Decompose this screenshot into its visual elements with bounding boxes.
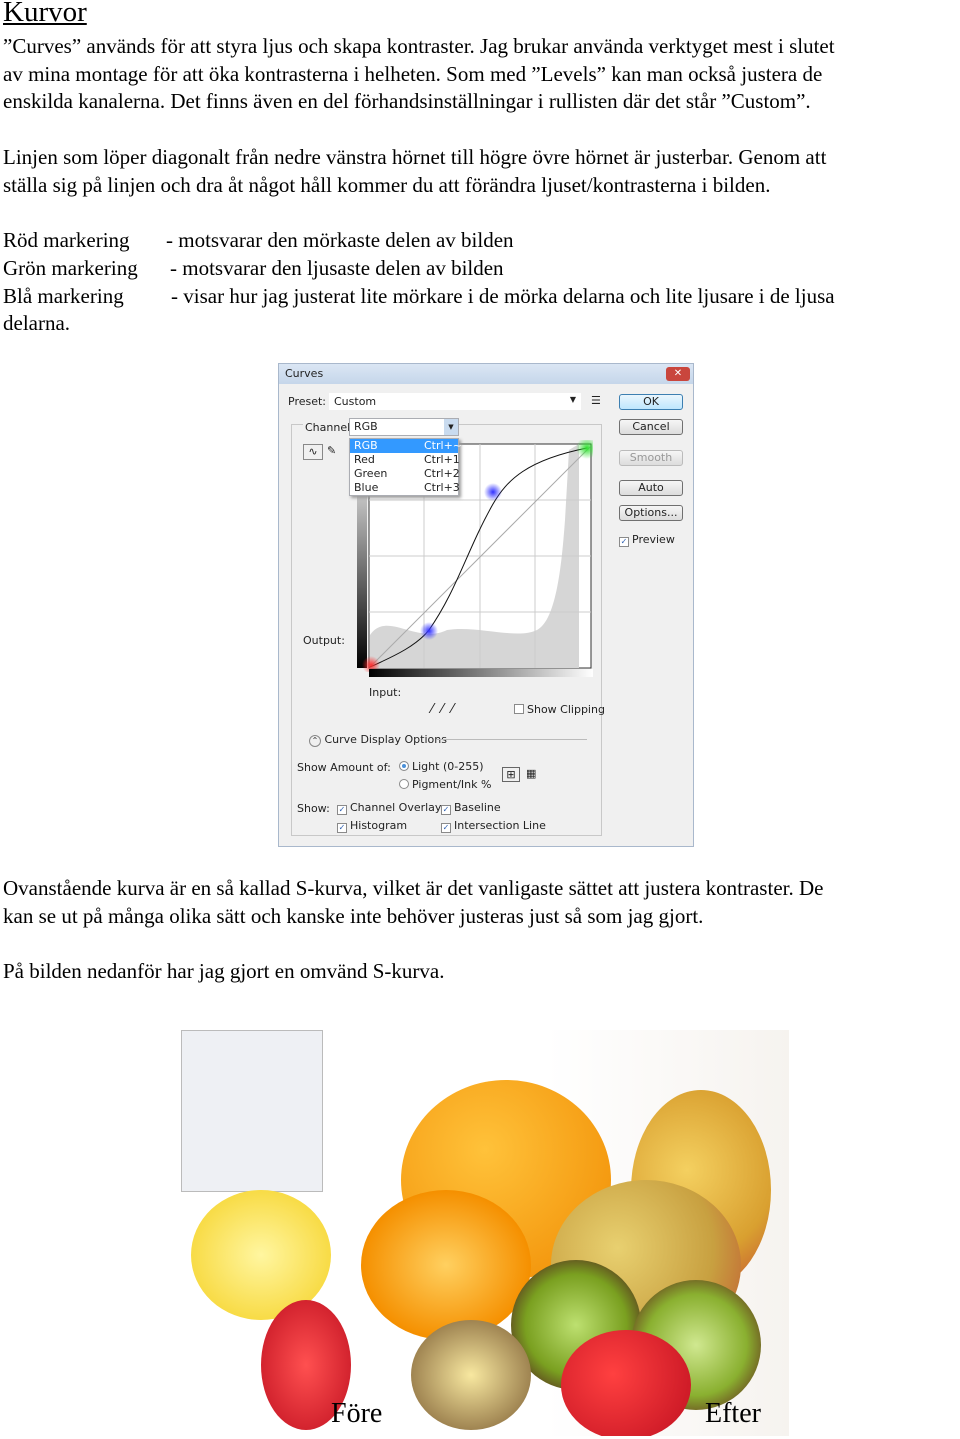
pencil-icon[interactable]: ✎ xyxy=(327,444,336,457)
marker-desc: - motsvarar den mörkaste delen av bilden xyxy=(166,228,514,252)
close-icon[interactable]: ✕ xyxy=(666,367,690,381)
eyedropper-icons[interactable]: ⁄⁄⁄ xyxy=(431,702,462,717)
channel-overlays-checkbox[interactable]: ✓ Channel Overlays xyxy=(337,801,447,815)
marker-label: Blå markering xyxy=(3,284,124,308)
preset-value: Custom xyxy=(334,395,377,408)
output-label: Output: xyxy=(303,634,345,647)
show-clipping-checkbox[interactable]: Show Clipping xyxy=(514,703,605,716)
collapse-icon: ⌃ xyxy=(309,735,321,747)
marker-cont: delarna. xyxy=(3,311,71,335)
divider xyxy=(437,739,587,740)
chevron-down-icon: ▼ xyxy=(569,395,576,404)
inverse-paragraph: På bilden nedanför har jag gjort en omvä… xyxy=(3,959,445,983)
input-gradient xyxy=(369,669,593,677)
after-label: Efter xyxy=(705,1398,761,1429)
page-title: Kurvor xyxy=(3,0,87,28)
input-label: Input: xyxy=(369,686,402,699)
show-label: Show: xyxy=(297,802,330,815)
baseline-checkbox[interactable]: ✓ Baseline xyxy=(441,801,501,815)
preset-menu-icon[interactable]: ☰ xyxy=(591,394,601,407)
channel-label: Channel: xyxy=(303,421,356,434)
marker-label: Röd markering xyxy=(3,228,130,252)
histogram-checkbox[interactable]: ✓ Histogram xyxy=(337,819,407,833)
intro-line: av mina montage för att öka kontrasterna… xyxy=(3,62,823,86)
display-options-toggle[interactable]: ⌃ Curve Display Options xyxy=(309,733,447,747)
intersection-checkbox[interactable]: ✓ Intersection Line xyxy=(441,819,546,833)
options-button[interactable]: Options... xyxy=(619,505,683,521)
orange-half xyxy=(361,1190,531,1340)
marker-desc: - motsvarar den ljusaste delen av bilden xyxy=(170,256,504,280)
light-radio[interactable]: Light (0-255) xyxy=(399,760,484,773)
marker-blue: Blå markering - visar hur jag justerat li… xyxy=(3,282,835,310)
preview-checkbox[interactable]: ✓ Preview xyxy=(619,533,675,547)
line-paragraph: ställa sig på linjen och dra åt något hå… xyxy=(3,173,771,197)
channel-option[interactable]: Red Ctrl+1 xyxy=(350,453,460,467)
before-label: Före xyxy=(331,1398,383,1429)
s-curve-paragraph: kan se ut på många olika sätt och kanske… xyxy=(3,904,704,928)
show-amount-label: Show Amount of: xyxy=(297,761,391,774)
curves-thumbnail xyxy=(181,1030,323,1192)
smooth-button[interactable]: Smooth xyxy=(619,450,683,466)
strawberry xyxy=(561,1330,691,1436)
marker-desc: - visar hur jag justerat lite mörkare i … xyxy=(171,284,835,308)
ok-button[interactable]: OK xyxy=(619,394,683,410)
channel-option[interactable]: Green Ctrl+2 xyxy=(350,467,460,481)
marker-green: Grön markering - motsvarar den ljusaste d… xyxy=(3,254,504,282)
line-paragraph: Linjen som löper diagonalt från nedre vä… xyxy=(3,145,827,169)
s-curve-paragraph: Ovanstående kurva är en så kallad S-kurv… xyxy=(3,876,824,900)
curve-tool-icon[interactable]: ∿ xyxy=(303,444,323,460)
intro-line: enskilda kanalerna. Det finns även en de… xyxy=(3,89,811,113)
curves-dialog: Curves ✕ Preset: Custom ▼ ☰ OK Cancel Smo… xyxy=(278,363,694,847)
cancel-button[interactable]: Cancel xyxy=(619,419,683,435)
fruit-photo: Före Efter xyxy=(181,1030,789,1436)
channel-select[interactable]: RGB ▼ xyxy=(349,418,459,436)
chevron-down-icon: ▼ xyxy=(444,419,458,435)
marker-label: Grön markering xyxy=(3,256,138,280)
intro-line: ”Curves” används för att styra ljus och … xyxy=(3,34,835,58)
preset-label: Preset: xyxy=(288,395,327,408)
channel-option[interactable]: Blue Ctrl+3 xyxy=(350,481,460,495)
channel-dropdown: RGB Ctrl+~ Red Ctrl+1 Green Ctrl+2 Blue Ctrl… xyxy=(349,438,462,496)
simple-grid-icon[interactable]: ⊞ xyxy=(502,767,520,782)
channel-value: RGB xyxy=(354,420,378,433)
dialog-titlebar: Curves xyxy=(279,364,693,384)
preset-select[interactable]: Custom ▼ xyxy=(329,393,581,410)
blue-point[interactable] xyxy=(420,622,438,640)
kiwi xyxy=(411,1320,531,1430)
blue-point[interactable] xyxy=(484,483,502,501)
preview-label: Preview xyxy=(632,533,675,546)
detailed-grid-icon[interactable]: ▦ xyxy=(526,767,536,780)
marker-red: Röd markering - motsvarar den mörkaste de… xyxy=(3,226,514,254)
pigment-radio[interactable]: Pigment/Ink % xyxy=(399,778,491,791)
channel-option[interactable]: RGB Ctrl+~ xyxy=(350,439,462,453)
auto-button[interactable]: Auto xyxy=(619,480,683,496)
